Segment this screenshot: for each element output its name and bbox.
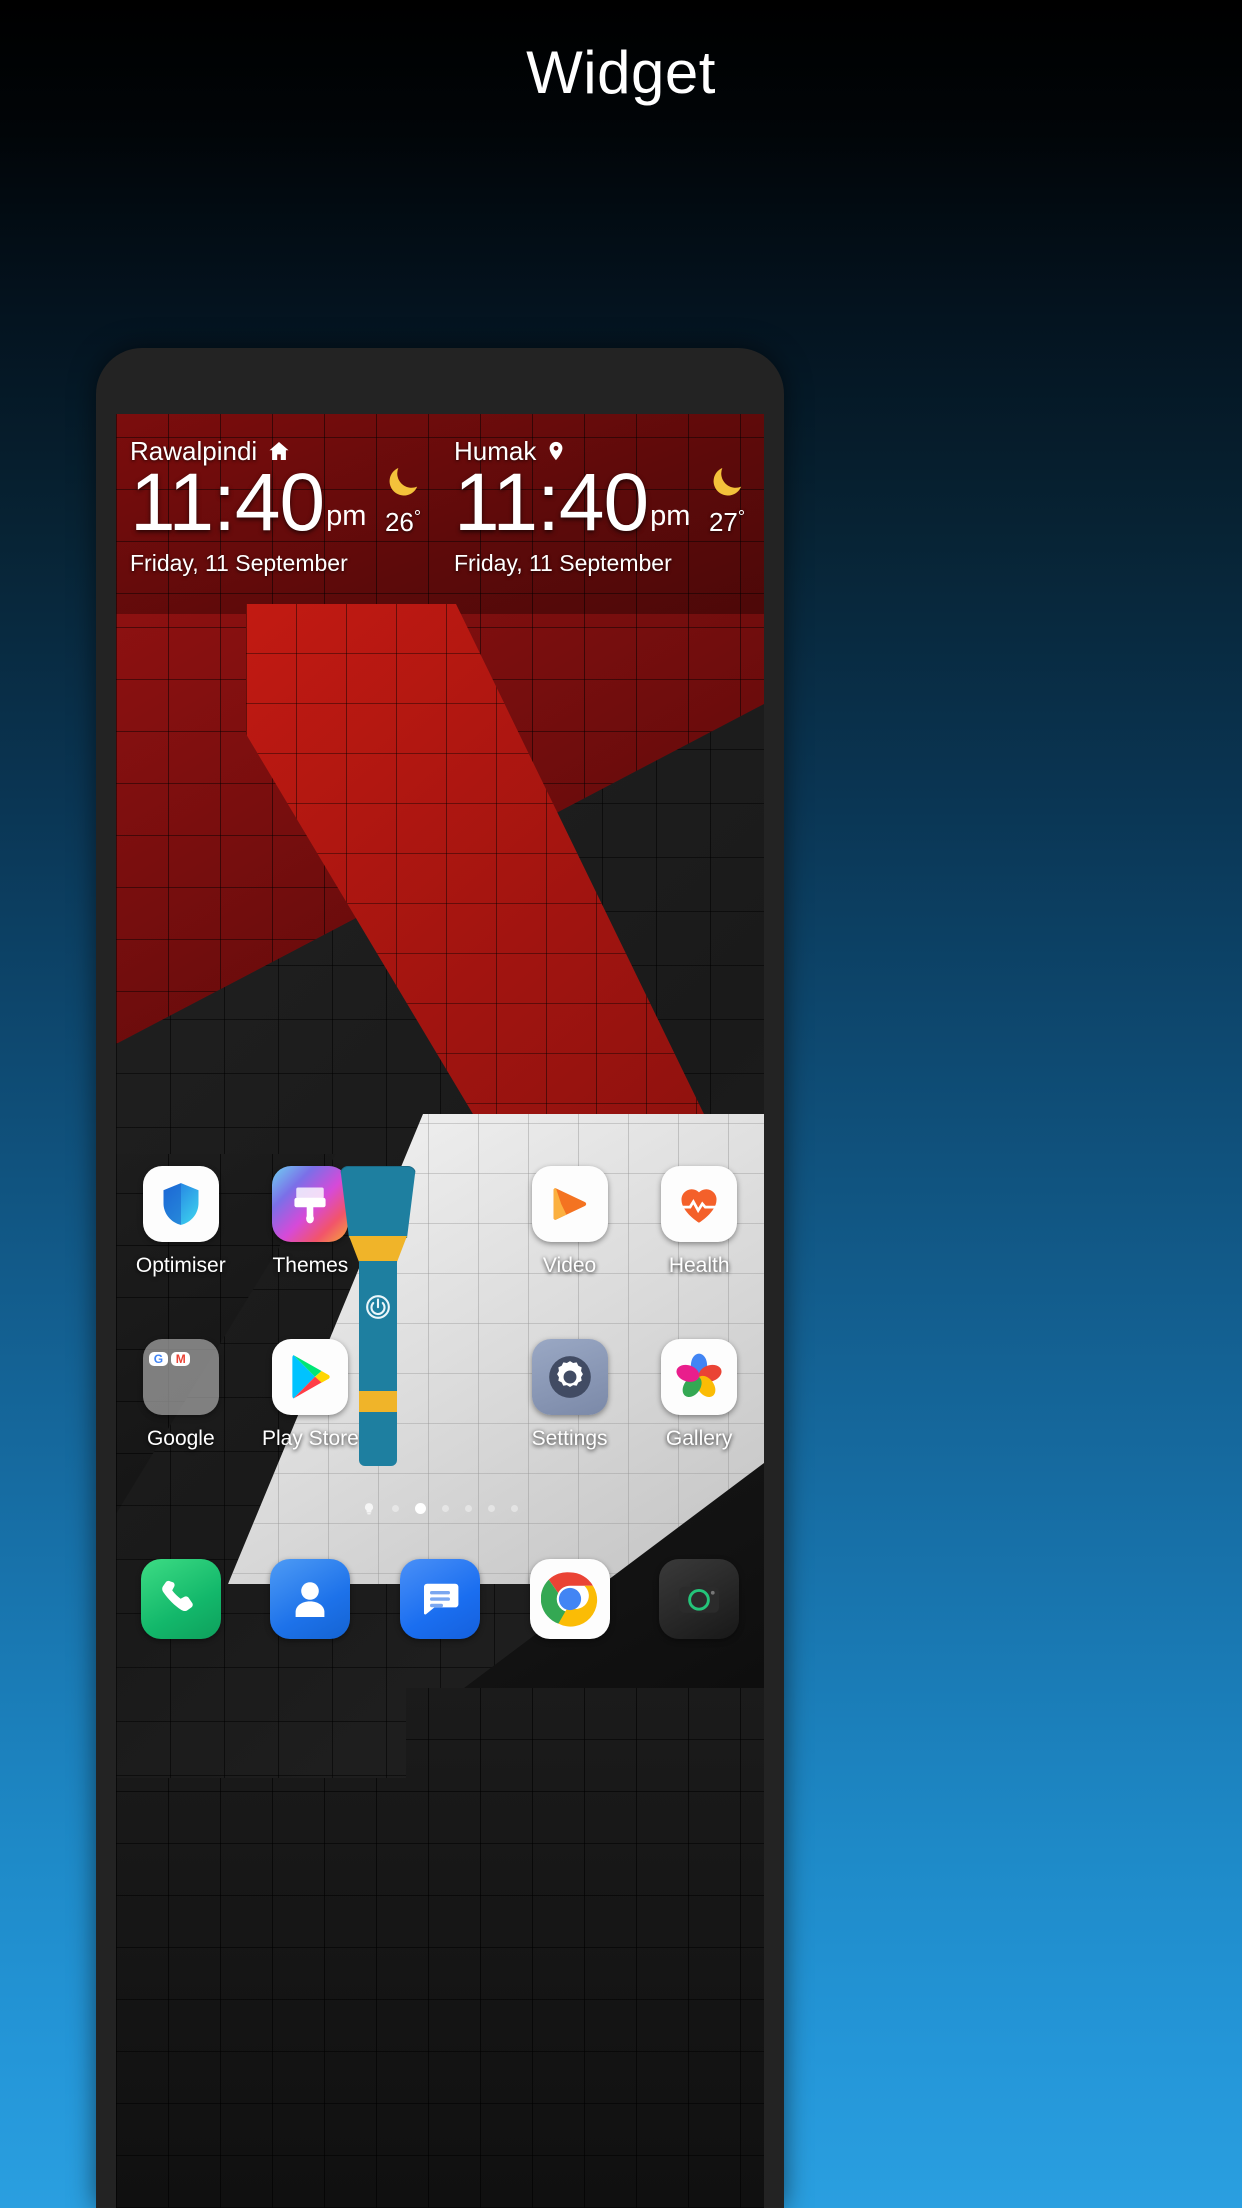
app-row-1: Optimiser Themes Video Health bbox=[116, 1166, 764, 1278]
page-dot[interactable] bbox=[392, 1504, 399, 1512]
heart-icon[interactable] bbox=[661, 1166, 738, 1242]
person-icon[interactable] bbox=[270, 1559, 351, 1639]
dock-phone[interactable] bbox=[116, 1559, 246, 1639]
app-label: Settings bbox=[531, 1427, 608, 1450]
clock-left-temp-row: 26° bbox=[370, 507, 436, 538]
app-optimiser[interactable]: Optimiser bbox=[116, 1166, 246, 1278]
chat-bubble-icon[interactable] bbox=[399, 1559, 480, 1639]
phone-mockup: Rawalpindi 11:40 pm Friday, 11 September bbox=[96, 348, 784, 2208]
power-button-icon[interactable] bbox=[364, 1293, 392, 1326]
page-dot[interactable] bbox=[511, 1504, 518, 1512]
clock-right-time: 11:40 bbox=[454, 457, 649, 548]
app-label: Video bbox=[542, 1254, 597, 1277]
flashlight-body bbox=[359, 1261, 397, 1391]
gallery-pinwheel-icon[interactable] bbox=[661, 1339, 738, 1415]
app-label: Google bbox=[146, 1427, 215, 1450]
degree-symbol: ° bbox=[413, 507, 422, 527]
gmail-icon: M bbox=[171, 1352, 191, 1367]
dock-camera[interactable] bbox=[634, 1559, 764, 1639]
dock bbox=[116, 1559, 764, 1639]
clock-left[interactable]: Rawalpindi 11:40 pm Friday, 11 September bbox=[116, 436, 440, 596]
page-dot-active[interactable] bbox=[415, 1502, 426, 1514]
flashlight-head bbox=[340, 1166, 416, 1238]
clock-right-temp-row: 27° bbox=[694, 507, 760, 538]
clock-right-date: Friday, 11 September bbox=[454, 549, 672, 576]
app-row-2: G M Google Play Store Settings Gallery bbox=[116, 1339, 764, 1451]
google-search-icon: G bbox=[148, 1352, 169, 1367]
clock-right-weather: 27° bbox=[694, 462, 760, 538]
app-label: Optimiser bbox=[135, 1254, 226, 1277]
video-play-icon[interactable] bbox=[531, 1166, 608, 1242]
app-label: Gallery bbox=[665, 1427, 733, 1450]
app-label: Themes bbox=[272, 1254, 349, 1277]
lightbulb-icon[interactable] bbox=[362, 1501, 376, 1515]
gear-icon[interactable] bbox=[531, 1339, 608, 1415]
clock-left-ampm: pm bbox=[326, 499, 367, 532]
app-google-folder[interactable]: G M Google bbox=[116, 1339, 246, 1451]
clock-left-weather: 26° bbox=[370, 462, 436, 538]
shield-icon[interactable] bbox=[142, 1166, 219, 1242]
dual-clock-widget[interactable]: Rawalpindi 11:40 pm Friday, 11 September bbox=[116, 436, 764, 596]
flashlight-widget[interactable] bbox=[340, 1166, 416, 1466]
camera-icon[interactable] bbox=[659, 1559, 740, 1639]
app-health[interactable]: Health bbox=[634, 1166, 764, 1278]
app-video[interactable]: Video bbox=[505, 1166, 635, 1278]
dock-chrome[interactable] bbox=[505, 1559, 635, 1639]
flashlight-band-lower bbox=[359, 1391, 397, 1413]
dock-messages[interactable] bbox=[375, 1559, 505, 1639]
wallpaper bbox=[116, 414, 764, 2208]
play-store-icon[interactable] bbox=[272, 1339, 349, 1415]
chrome-icon[interactable] bbox=[529, 1559, 610, 1639]
google-folder-icon[interactable]: G M bbox=[142, 1339, 219, 1415]
clock-left-temperature: 26 bbox=[384, 507, 414, 537]
app-label: Health bbox=[668, 1254, 730, 1277]
clock-left-time: 11:40 bbox=[130, 457, 325, 548]
phone-screen: Rawalpindi 11:40 pm Friday, 11 September bbox=[116, 414, 764, 2208]
flashlight-band-upper bbox=[349, 1236, 407, 1262]
page-dot[interactable] bbox=[465, 1504, 472, 1512]
clock-left-date: Friday, 11 September bbox=[130, 549, 348, 576]
degree-symbol: ° bbox=[737, 507, 746, 527]
paint-brush-icon[interactable] bbox=[272, 1166, 349, 1242]
page-indicator[interactable] bbox=[116, 1501, 764, 1515]
phone-handset-icon[interactable] bbox=[140, 1559, 221, 1639]
page-dot[interactable] bbox=[442, 1504, 449, 1512]
app-settings[interactable]: Settings bbox=[505, 1339, 635, 1451]
page-title: Widget bbox=[526, 39, 716, 106]
clock-right-temperature: 27 bbox=[708, 507, 738, 537]
dock-contacts[interactable] bbox=[246, 1559, 376, 1639]
flashlight-tail bbox=[359, 1412, 397, 1466]
clock-right-ampm: pm bbox=[650, 499, 691, 532]
clock-right[interactable]: Humak 11:40 pm Friday, 11 September 27° bbox=[440, 436, 764, 596]
page-dot[interactable] bbox=[488, 1504, 495, 1512]
app-gallery[interactable]: Gallery bbox=[634, 1339, 764, 1451]
